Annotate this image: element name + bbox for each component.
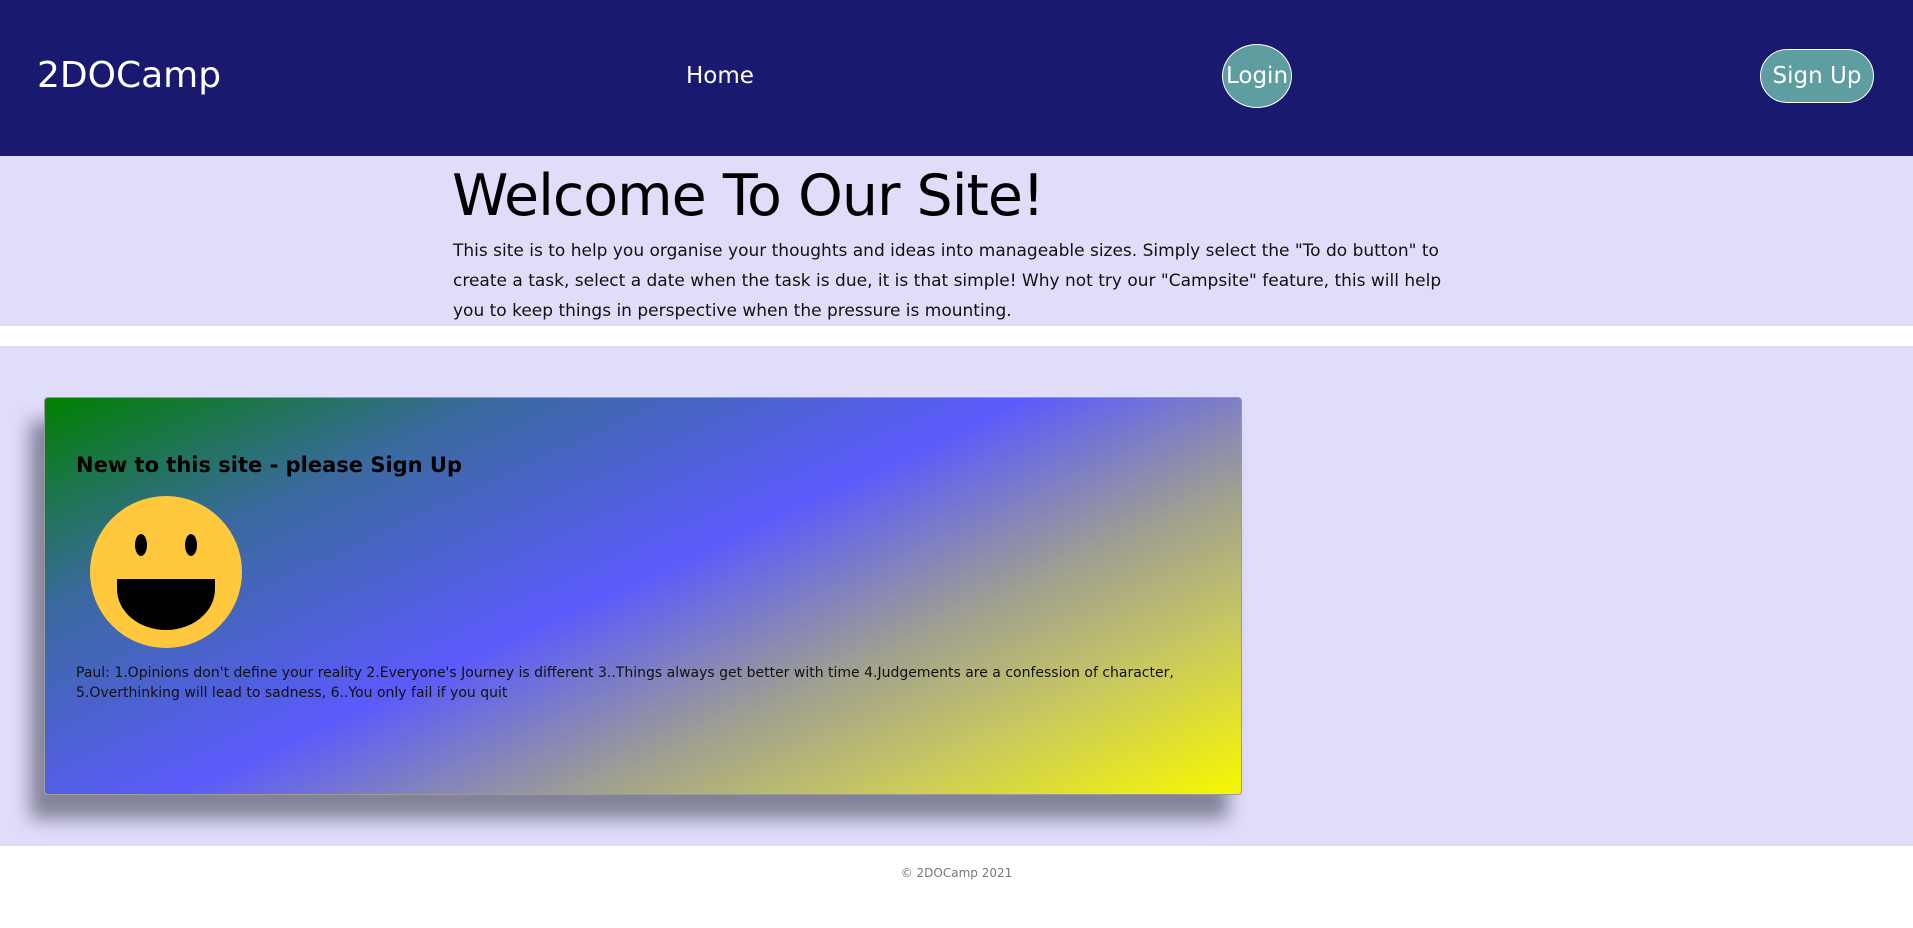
footer: © 2DOCamp 2021 [0, 866, 1913, 880]
sign-up-button[interactable]: Sign Up [1760, 49, 1874, 103]
welcome-description: This site is to help you organise your t… [453, 241, 1442, 321]
footer-copyright: © 2DOCamp 2021 [900, 866, 1013, 880]
page-title: Welcome To Our Site! [452, 163, 1045, 229]
brand-logo-link[interactable]: 2DOCamp [37, 50, 221, 102]
nav-home-link[interactable]: Home [686, 60, 754, 92]
smiley-face-icon [90, 496, 242, 648]
navbar: 2DOCamp Home Login Sign Up [0, 0, 1913, 156]
signup-card: New to this site - please Sign Up Paul: … [44, 397, 1242, 795]
card-title: New to this site - please Sign Up [76, 453, 463, 477]
card-quote-text: Paul: 1.Opinions don't define your reali… [76, 665, 1174, 701]
login-button[interactable]: Login [1222, 44, 1292, 108]
